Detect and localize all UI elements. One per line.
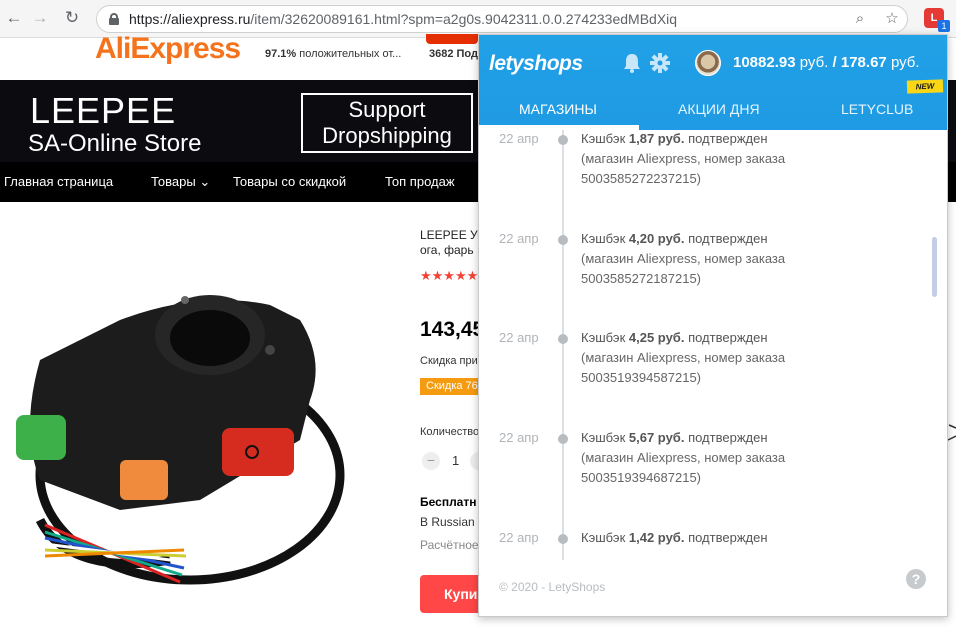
rating-stars: ★★★★★ [420,268,479,283]
timeline-dot [558,434,568,444]
letyshops-logo[interactable]: letyshops [489,52,583,76]
entry-date: 22 апр [499,231,539,246]
url-text[interactable]: https://aliexpress.ru/item/32620089161.h… [129,11,677,27]
copyright: © 2020 - LetyShops [499,580,606,594]
reload-icon[interactable]: ↻ [62,8,82,28]
follow-button[interactable] [426,34,478,44]
scrollbar-thumb[interactable] [932,237,937,297]
nav-products[interactable]: Товары ⌄ [151,174,210,190]
entry-title: Кэшбэк 5,67 руб. подтвержден [581,430,768,445]
list-item: 22 апр Кэшбэк 1,42 руб. подтвержден [479,530,939,610]
support-dropshipping-banner[interactable]: Support Dropshipping [301,93,473,153]
entry-date: 22 апр [499,330,539,345]
timeline-dot [558,334,568,344]
entry-store: (магазин Aliexpress, номер заказа [581,350,786,365]
entry-title: Кэшбэк 1,87 руб. подтвержден [581,131,768,146]
letyshops-tabs: МАГАЗИНЫ АКЦИИ ДНЯ LETYCLUB [479,90,947,130]
discount-badge: Скидка 76 [420,378,480,395]
entry-order-number: 5003585272187215) [581,271,702,286]
help-icon[interactable]: ? [906,569,926,589]
quantity-decrease-button[interactable]: − [422,452,440,470]
new-badge: NEW [906,79,944,94]
chevron-down-icon: ⌄ [199,174,211,189]
tab-stores[interactable]: МАГАЗИНЫ [519,101,597,117]
product-title: LEEPEE Ун ога, фарь [420,228,480,257]
tab-letyclub[interactable]: LETYCLUB [841,101,913,117]
extension-badge: 1 [938,20,950,32]
forward-icon[interactable]: → [30,8,50,28]
entry-store: (магазин Aliexpress, номер заказа [581,450,786,465]
gear-icon[interactable] [649,52,671,74]
entry-date: 22 апр [499,131,539,146]
lock-icon [109,13,119,25]
timeline-dot [558,235,568,245]
quantity-value[interactable]: 1 [452,453,459,468]
entry-order-number: 5003519394687215) [581,470,702,485]
discount-label: Скидка при [420,355,478,367]
entry-order-number: 5003585272237215) [581,171,702,186]
cashback-history-list: 22 апр Кэшбэк 1,87 руб. подтвержден (маг… [479,130,947,616]
timeline-dot [558,534,568,544]
shipping-destination[interactable]: В Russian [420,515,480,529]
shipping-title: Бесплатн [420,495,477,509]
letyshops-popup: letyshops 10882.93 руб. / 178.67 руб. МА… [478,34,948,617]
nav-home[interactable]: Главная страница [4,174,113,189]
product-image[interactable] [0,210,420,630]
aliexpress-logo[interactable]: AliExpress [95,32,241,66]
nav-sale[interactable]: Товары со скидкой [233,174,346,189]
shipping-estimate: Расчётное [420,538,479,552]
list-item: 22 апр Кэшбэк 4,25 руб. подтвержден (маг… [479,330,939,410]
buy-now-button[interactable]: Купи [420,575,480,613]
entry-order-number: 5003519394587215) [581,370,702,385]
bookmark-star-icon[interactable]: ☆ [883,10,901,28]
back-icon[interactable]: ← [4,8,24,28]
letyshops-header: letyshops 10882.93 руб. / 178.67 руб. МА… [479,35,947,130]
entry-title: Кэшбэк 4,25 руб. подтвержден [581,330,768,345]
store-name: LEEPEE [30,90,177,131]
address-bar[interactable]: https://aliexpress.ru/item/32620089161.h… [96,5,908,33]
quantity-label: Количество [420,426,480,438]
entry-title: Кэшбэк 1,42 руб. подтвержден [581,530,768,545]
side-image-fragment [947,424,956,441]
entry-title: Кэшбэк 4,20 руб. подтвержден [581,231,768,246]
store-subtitle: SA-Online Store [28,130,202,157]
list-item: 22 апр Кэшбэк 4,20 руб. подтвержден (маг… [479,231,939,311]
tab-daily-deals[interactable]: АКЦИИ ДНЯ [678,101,760,117]
bell-icon[interactable] [621,52,643,74]
follower-count: 3682 Под [429,48,478,60]
list-item: 22 апр Кэшбэк 5,67 руб. подтвержден (маг… [479,430,939,510]
avatar[interactable] [695,50,721,76]
entry-date: 22 апр [499,530,539,545]
nav-top-sales[interactable]: Топ продаж [385,174,455,189]
store-rating: 97.1% положительных от... [265,48,402,60]
entry-store: (магазин Aliexpress, номер заказа [581,251,786,266]
zoom-icon[interactable]: ⌕ [851,10,869,28]
list-item: 22 апр Кэшбэк 1,87 руб. подтвержден (маг… [479,131,939,211]
entry-date: 22 апр [499,430,539,445]
entry-store: (магазин Aliexpress, номер заказа [581,151,786,166]
timeline-dot [558,135,568,145]
cashback-balance[interactable]: 10882.93 руб. / 178.67 руб. [733,54,920,71]
product-price: 143,45 [420,318,480,341]
